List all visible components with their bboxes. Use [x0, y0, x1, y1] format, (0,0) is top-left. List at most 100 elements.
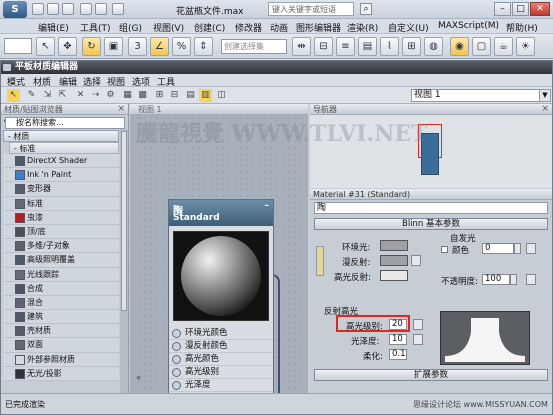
select-tool-icon[interactable]: ↖: [7, 89, 20, 102]
menu-modifiers[interactable]: 修改器: [235, 21, 262, 34]
delete-icon[interactable]: ✕: [74, 89, 87, 102]
diffuse-map-button[interactable]: [411, 255, 421, 266]
opacity-value[interactable]: 100: [482, 274, 510, 285]
material-item[interactable]: 虫漆: [3, 210, 119, 225]
pick-material-icon[interactable]: ✎: [25, 89, 38, 102]
menu-views[interactable]: 视图(V): [153, 21, 184, 34]
redo-icon[interactable]: [95, 3, 107, 15]
input-socket-icon[interactable]: [172, 381, 181, 390]
input-socket-icon[interactable]: [172, 329, 181, 338]
material-item[interactable]: DirectX Shader: [3, 154, 119, 169]
parameter-editor-icon[interactable]: ▤: [184, 89, 197, 102]
graphite-icon[interactable]: ▤: [358, 37, 377, 56]
view-selector-dropdown[interactable]: 视图 1 ▼: [411, 89, 551, 102]
snap-toggle-icon[interactable]: 3: [128, 37, 147, 56]
material-item[interactable]: 建筑: [3, 310, 119, 325]
menu-create[interactable]: 创建(C): [194, 21, 225, 34]
material-name-field[interactable]: 陶: [314, 202, 548, 214]
spec-level-value[interactable]: 20: [389, 319, 407, 330]
mirror-icon[interactable]: ⇹: [292, 37, 311, 56]
glossiness-map-button[interactable]: [413, 334, 423, 345]
material-item[interactable]: 高级照明覆盖: [3, 253, 119, 268]
input-socket-icon[interactable]: [172, 355, 181, 364]
diffuse-color-swatch[interactable]: [380, 255, 408, 266]
group-standard[interactable]: - 标准: [9, 142, 119, 154]
slot-specular[interactable]: 高光颜色: [169, 353, 273, 366]
rotate-icon[interactable]: ↻: [82, 37, 101, 56]
close-icon[interactable]: ✕: [530, 2, 550, 16]
rendered-frame-icon[interactable]: ▢: [472, 37, 491, 56]
undo-icon[interactable]: [80, 3, 92, 15]
color-checkbox[interactable]: [441, 246, 448, 253]
slot-spec-level[interactable]: 高光级别: [169, 366, 273, 379]
menu-rendering[interactable]: 渲染(R): [347, 21, 378, 34]
angle-snap-icon[interactable]: ∠: [150, 37, 169, 56]
material-item[interactable]: 壳材质: [3, 324, 119, 339]
spec-level-map-button[interactable]: [413, 319, 423, 330]
material-item[interactable]: 双面: [3, 338, 119, 353]
close-icon[interactable]: ×: [541, 104, 549, 115]
navigation-icon[interactable]: ⌖: [136, 374, 146, 384]
lay-out-children-icon[interactable]: ⊟: [168, 89, 181, 102]
group-materials[interactable]: - 材质: [3, 130, 119, 142]
move-children-icon[interactable]: ⇢: [89, 89, 102, 102]
material-item[interactable]: 混合: [3, 295, 119, 311]
scale-icon[interactable]: ▣: [104, 37, 123, 56]
material-item[interactable]: 合成: [3, 281, 119, 296]
binoculars-icon[interactable]: ⌕: [360, 3, 372, 15]
percent-snap-icon[interactable]: %: [172, 37, 191, 56]
menu-help[interactable]: 帮助(H): [506, 21, 538, 34]
rollout-blinn-basic[interactable]: Blinn 基本参数: [314, 218, 548, 230]
menu-animation[interactable]: 动画: [270, 21, 288, 34]
render-setup-icon[interactable]: ◉: [450, 37, 469, 56]
collapse-icon[interactable]: –: [265, 201, 270, 211]
browser-scrollbar[interactable]: [120, 129, 128, 393]
put-to-scene-icon[interactable]: ⇲: [41, 89, 54, 102]
view-tab[interactable]: 视图 1: [130, 104, 308, 115]
menu-graph-editors[interactable]: 图形编辑器: [296, 21, 341, 34]
material-item[interactable]: Ink 'n Paint: [3, 168, 119, 183]
scroll-thumb[interactable]: [121, 131, 127, 311]
material-item[interactable]: 顶/底: [3, 224, 119, 240]
selection-filter-dropdown[interactable]: [4, 38, 32, 54]
move-icon[interactable]: ✥: [58, 37, 77, 56]
self-illum-spinner[interactable]: [514, 243, 521, 254]
glossiness-value[interactable]: 10: [389, 334, 407, 345]
3dsmax-logo[interactable]: S: [3, 1, 27, 18]
material-item[interactable]: 外部参照材质: [3, 352, 119, 367]
opacity-map-button[interactable]: [526, 274, 536, 285]
new-file-icon[interactable]: [32, 3, 44, 15]
menu-group[interactable]: 组(G): [119, 21, 142, 34]
material-item[interactable]: 光线跟踪: [3, 267, 119, 282]
slot-diffuse[interactable]: 漫反射颜色: [169, 340, 273, 353]
align-icon[interactable]: ⊟: [314, 37, 333, 56]
node-header[interactable]: 陶 Standard –: [169, 200, 273, 226]
menu-edit[interactable]: 编辑(E): [38, 21, 69, 34]
browser-search-input[interactable]: 按名称搜索...: [5, 117, 125, 129]
render-production-icon[interactable]: ☕: [494, 37, 513, 56]
help-search-input[interactable]: 键入关键字或短语: [268, 2, 354, 16]
lay-out-all-icon[interactable]: ⊞: [153, 89, 166, 102]
project-folder-icon[interactable]: [112, 3, 124, 15]
menu-tools[interactable]: 工具(T): [80, 21, 111, 34]
assign-material-icon[interactable]: ⇱: [56, 89, 69, 102]
schematic-view-icon[interactable]: ⊞: [402, 37, 421, 56]
slot-glossiness[interactable]: 光泽度: [169, 379, 273, 392]
self-illum-value[interactable]: 0: [482, 243, 514, 254]
slot-ambient[interactable]: 环境光颜色: [169, 327, 273, 340]
named-selection-set-field[interactable]: 创建选择集: [221, 39, 287, 54]
show-map-icon[interactable]: ▦: [121, 89, 134, 102]
material-item[interactable]: 多维/子对象: [3, 239, 119, 254]
specular-color-swatch[interactable]: [380, 270, 408, 281]
menu-customize[interactable]: 自定义(U): [388, 21, 429, 34]
toggle-browser-icon[interactable]: ▥: [199, 89, 212, 102]
select-icon[interactable]: ↖: [36, 37, 55, 56]
material-item[interactable]: 变形器: [3, 182, 119, 197]
minimize-icon[interactable]: –: [494, 2, 511, 16]
activeshade-icon[interactable]: ☀: [516, 37, 535, 56]
lock-ambient-diffuse-icon[interactable]: [316, 246, 324, 276]
spinner-snap-icon[interactable]: ⇕: [194, 37, 213, 56]
rollout-extended[interactable]: 扩展参数: [314, 369, 548, 381]
save-file-icon[interactable]: [62, 3, 74, 15]
layer-manager-icon[interactable]: ≡: [336, 37, 355, 56]
